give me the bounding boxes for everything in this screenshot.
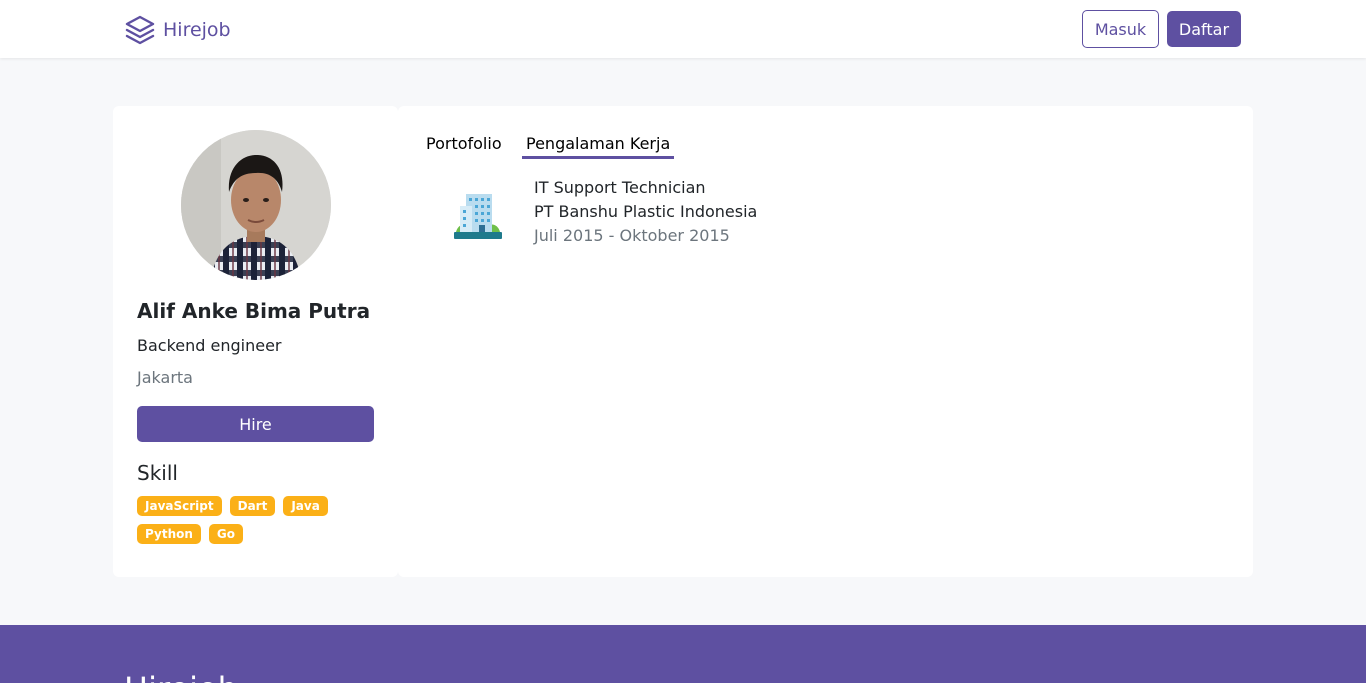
tab-work-experience[interactable]: Pengalaman Kerja xyxy=(522,132,675,159)
register-button[interactable]: Daftar xyxy=(1167,11,1241,47)
experience-position: IT Support Technician xyxy=(534,178,706,197)
hire-button[interactable]: Hire xyxy=(137,406,374,442)
experience-company: PT Banshu Plastic Indonesia xyxy=(534,202,758,221)
profile-card: Alif Anke Bima Putra Backend engineer Ja… xyxy=(113,106,398,577)
skill-badge: JavaScript xyxy=(137,496,222,516)
skill-badge: Python xyxy=(137,524,201,544)
footer-brand: Hirejob xyxy=(124,669,238,683)
top-navbar: Hirejob Masuk Daftar xyxy=(0,0,1366,58)
brand-name: Hirejob xyxy=(163,19,231,41)
footer: Hirejob xyxy=(0,625,1366,683)
skill-list: JavaScript Dart Java Python Go xyxy=(137,496,377,544)
profile-name: Alif Anke Bima Putra xyxy=(137,299,371,323)
portfolio-experience-card: Portofolio Pengalaman Kerja IT Support T… xyxy=(398,106,1253,577)
profile-photo xyxy=(181,130,331,280)
experience-period: Juli 2015 - Oktober 2015 xyxy=(534,226,730,245)
avatar xyxy=(181,130,331,280)
experience-details: IT Support Technician PT Banshu Plastic … xyxy=(534,176,757,248)
skill-badge: Dart xyxy=(229,496,276,516)
tab-portfolio[interactable]: Portofolio xyxy=(422,132,506,156)
skill-badge: Go xyxy=(208,524,243,544)
profile-job-title: Backend engineer xyxy=(137,336,282,355)
skill-heading: Skill xyxy=(137,461,178,485)
layers-logo-icon xyxy=(125,15,155,45)
skill-badge: Java xyxy=(283,496,328,516)
profile-location: Jakarta xyxy=(137,368,193,387)
office-building-icon xyxy=(454,194,502,239)
brand-logo-link[interactable]: Hirejob xyxy=(124,14,231,46)
login-button[interactable]: Masuk xyxy=(1082,10,1159,48)
